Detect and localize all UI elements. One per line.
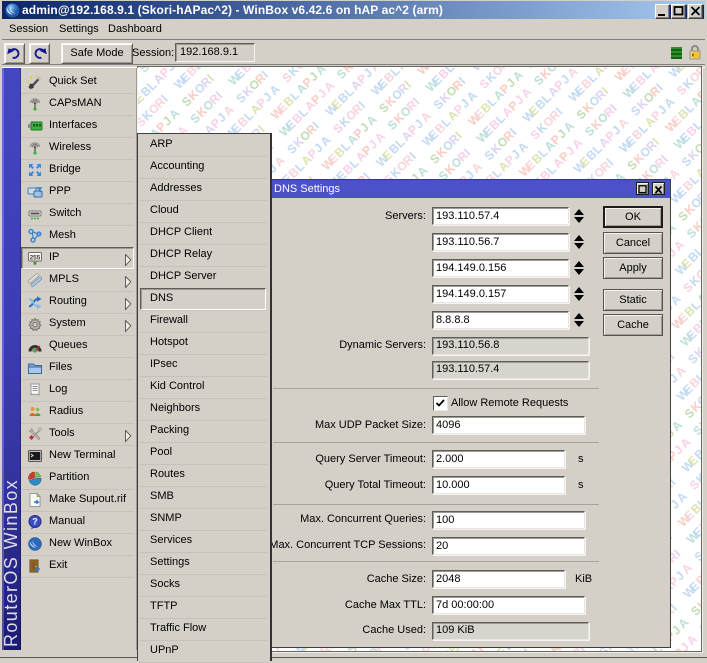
svg-text:?: ? xyxy=(32,517,38,527)
svg-text:255: 255 xyxy=(30,254,41,261)
